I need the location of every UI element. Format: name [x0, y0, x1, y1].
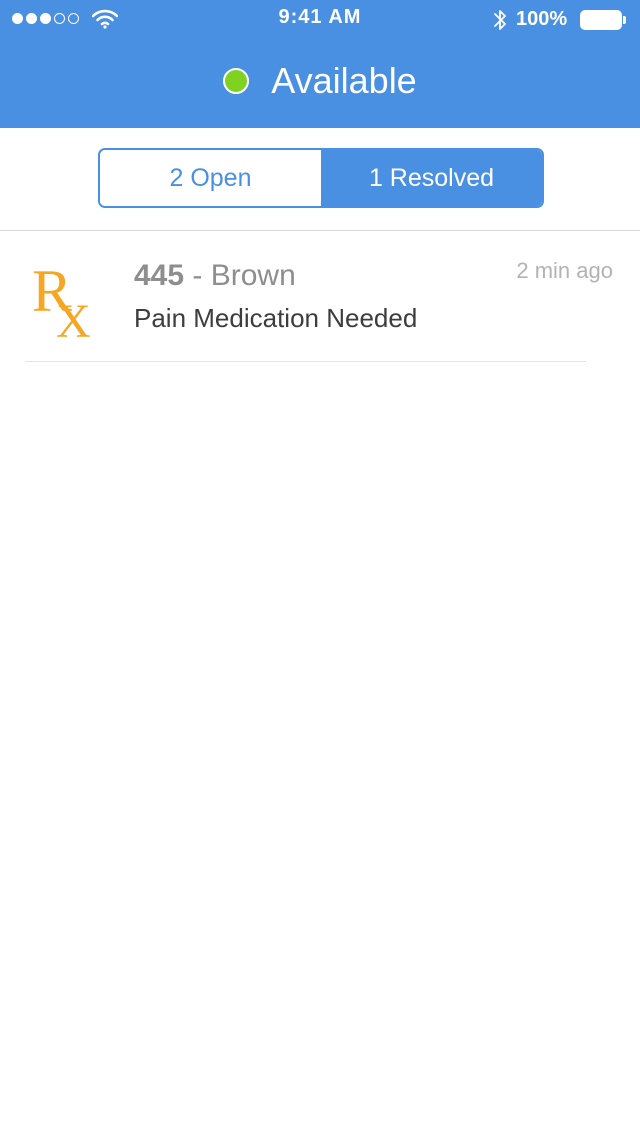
room-number: 445 — [134, 259, 185, 292]
rx-icon: R X — [32, 259, 91, 339]
tab-open[interactable]: 2 Open — [100, 150, 321, 206]
header-bar: 9:41 AM 100% Available — [0, 0, 640, 128]
status-indicator-icon — [223, 68, 250, 94]
svg-text:X: X — [56, 295, 91, 339]
request-title: 445 - Brown — [134, 259, 296, 293]
page-title: Available — [271, 60, 417, 101]
status-bar: 9:41 AM 100% — [0, 0, 640, 40]
tab-resolved[interactable]: 1 Resolved — [321, 150, 542, 206]
request-filter-tabs: 2 Open 1 Resolved — [98, 148, 544, 208]
patient-name: Brown — [210, 259, 296, 292]
battery-percentage: 100% — [516, 8, 568, 30]
availability-status[interactable]: Available — [0, 58, 640, 104]
request-time: 2 min ago — [516, 258, 613, 283]
battery-icon — [580, 10, 626, 30]
title-separator: - — [184, 259, 211, 292]
bluetooth-icon — [494, 10, 506, 30]
list-item[interactable]: R X 445 - Brown 2 min ago Pain Medicatio… — [0, 231, 640, 362]
row-divider — [25, 361, 586, 362]
request-description: Pain Medication Needed — [134, 303, 418, 333]
